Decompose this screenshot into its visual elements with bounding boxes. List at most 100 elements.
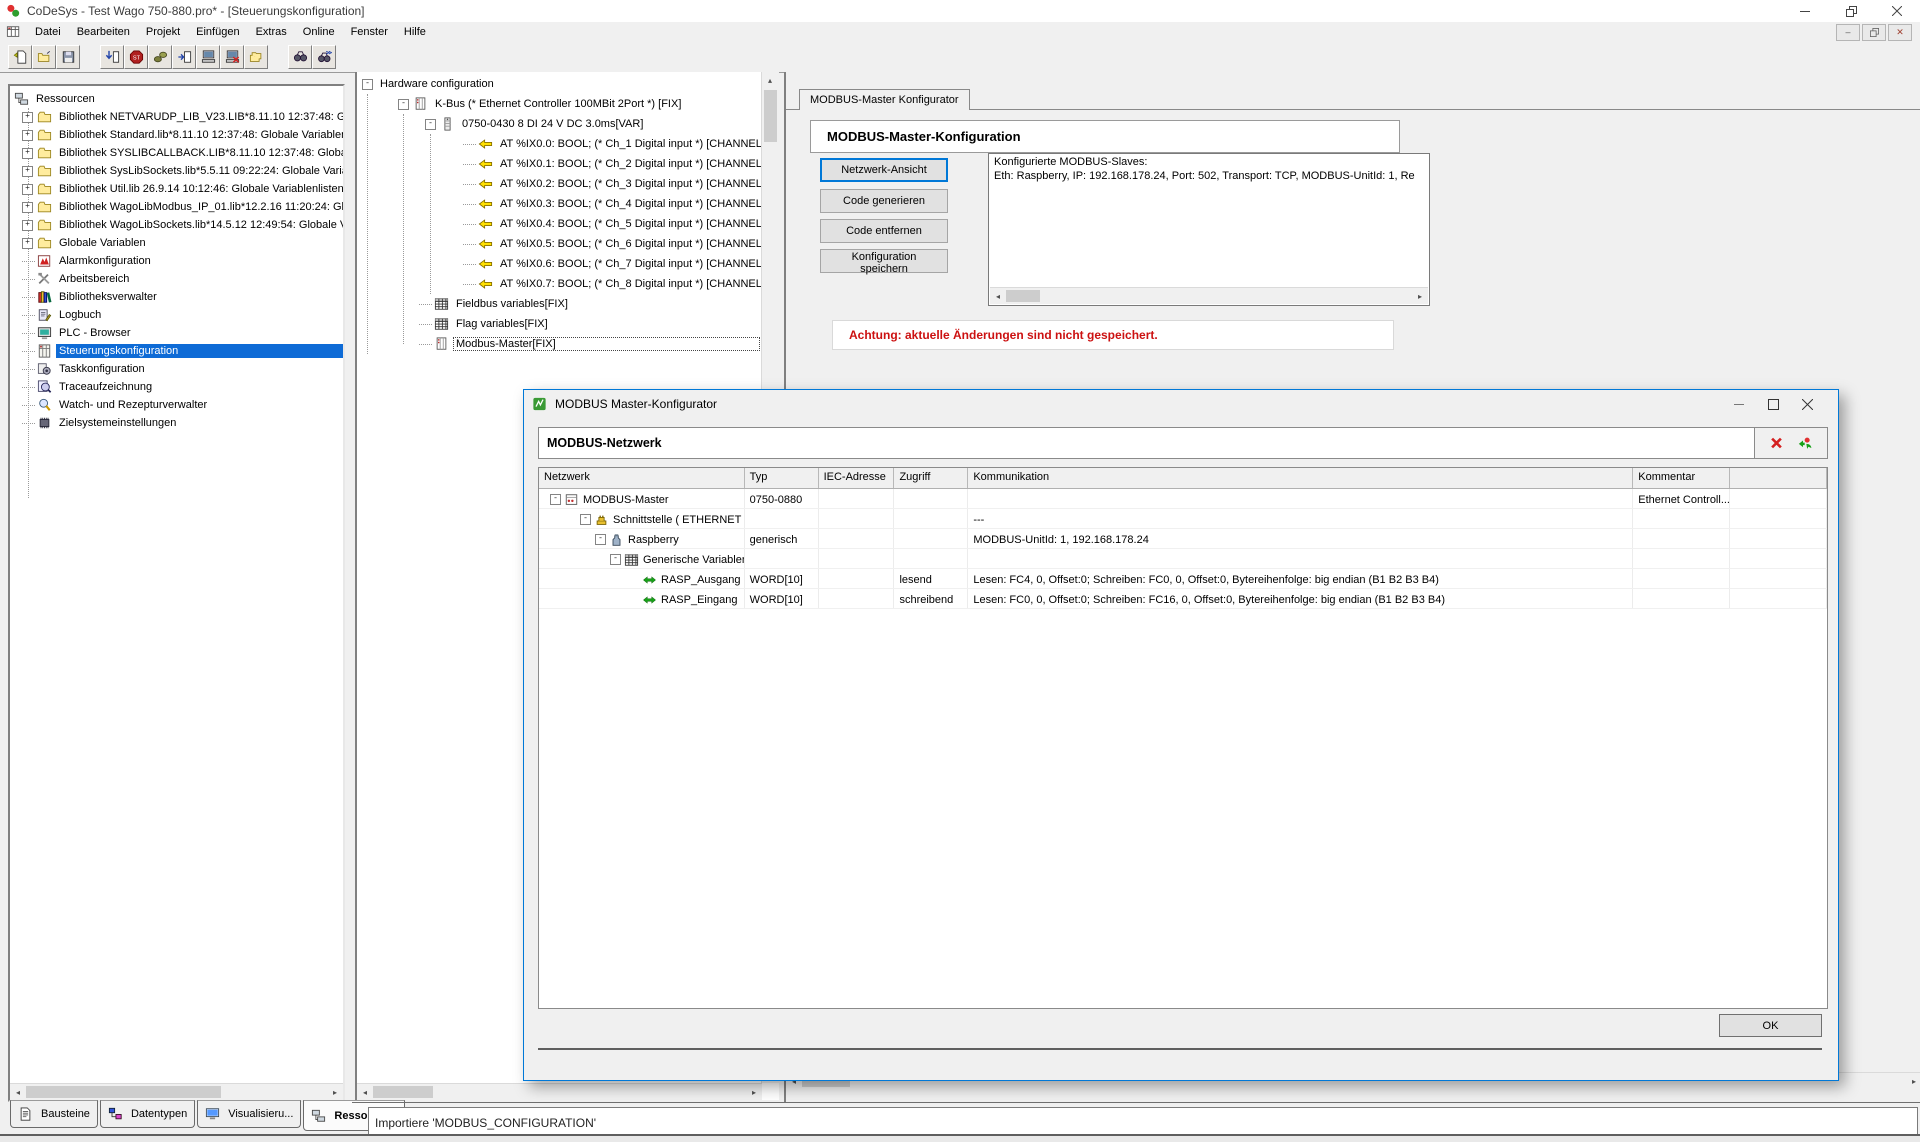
resources-hscrollbar[interactable]: ◂ ▸ [10,1083,343,1100]
hw-item[interactable]: Flag variables[FIX] [357,314,760,334]
expand-icon[interactable]: - [398,99,409,110]
table-row[interactable]: - Generische Variablen [539,549,1827,569]
resource-item-bibliothek-wagolibsockets-lib-14-5-12[interactable]: +Bibliothek WagoLibSockets.lib*14.5.12 1… [10,216,343,234]
expand-icon[interactable]: + [22,220,33,231]
expand-icon[interactable]: - [610,554,621,565]
resource-item-steuerungskonfiguration[interactable]: Steuerungskonfiguration [10,342,343,360]
resource-item-taskkonfiguration[interactable]: Taskkonfiguration [10,360,343,378]
slaves-hscrollbar[interactable]: ◂ ▸ [990,287,1428,304]
expand-icon[interactable]: + [22,112,33,123]
hw-item[interactable]: -K-Bus (* Ethernet Controller 100MBit 2P… [357,94,760,114]
expand-icon[interactable]: - [425,119,436,130]
logout-button[interactable] [220,45,244,69]
menu-datei[interactable]: Datei [27,24,69,40]
mdi-close-button[interactable]: ✕ [1888,24,1912,41]
dialog-title-bar[interactable]: MODBUS Master-Konfigurator [524,390,1838,418]
konfiguration-speichern-button[interactable]: Konfiguration speichern [820,249,948,273]
resource-item-bibliothek-netvarudp-lib-v23-lib-8-11-10[interactable]: +Bibliothek NETVARUDP_LIB_V23.LIB*8.11.1… [10,108,343,126]
table-row[interactable]: RASP_Eingang WORD[10]schreibendLesen: FC… [539,589,1827,609]
hw-item[interactable]: AT %IX0.2: BOOL; (* Ch_3 Digital input *… [357,174,760,194]
resource-item-ressourcen[interactable]: Ressourcen [10,90,343,108]
add-slave-icon[interactable] [1798,436,1813,450]
resource-item-bibliothek-standard-lib-8-11-10[interactable]: +Bibliothek Standard.lib*8.11.10 12:37:4… [10,126,343,144]
expand-icon[interactable]: + [22,148,33,159]
resource-item-alarmkonfiguration[interactable]: Alarmkonfiguration [10,252,343,270]
close-button[interactable] [1874,0,1920,22]
dialog-maximize-button[interactable] [1756,392,1790,416]
menu-hilfe[interactable]: Hilfe [396,24,434,40]
mdi-child-icon[interactable] [6,25,21,39]
hw-item[interactable]: AT %IX0.5: BOOL; (* Ch_6 Digital input *… [357,234,760,254]
menu-projekt[interactable]: Projekt [138,24,188,40]
ok-button[interactable]: OK [1719,1014,1822,1037]
dialog-minimize-button[interactable] [1722,392,1756,416]
resource-item-bibliothek-syslibcallback-lib-8-11-10[interactable]: +Bibliothek SYSLIBCALLBACK.LIB*8.11.10 1… [10,144,343,162]
expand-icon[interactable]: + [22,184,33,195]
save-file-button[interactable] [56,45,80,69]
table-row[interactable]: - Raspberry generischMODBUS-UnitId: 1, 1… [539,529,1827,549]
minimize-button[interactable] [1782,0,1828,22]
resource-item-bibliothek-wagolibmodbus-ip-01-lib-12-2-16[interactable]: +Bibliothek WagoLibModbus_IP_01.lib*12.2… [10,198,343,216]
column-header-kommunikation[interactable]: Kommunikation [968,468,1633,488]
menu-einf-gen[interactable]: Einfügen [188,24,247,40]
login-button[interactable] [196,45,220,69]
resource-item-traceaufzeichnung[interactable]: Traceaufzeichnung [10,378,343,396]
hw-item[interactable]: AT %IX0.0: BOOL; (* Ch_1 Digital input *… [357,134,760,154]
code-generieren-button[interactable]: Code generieren [820,189,948,213]
resource-item-bibliothek-util-lib[interactable]: +Bibliothek Util.lib 26.9.14 10:12:46: G… [10,180,343,198]
configured-slaves-box[interactable]: Konfigurierte MODBUS-Slaves: Eth: Raspbe… [988,153,1430,306]
build-button[interactable] [172,45,196,69]
column-header-zugriff[interactable]: Zugriff [894,468,968,488]
column-header-typ[interactable]: Typ [745,468,819,488]
table-row[interactable]: - MODBUS-Master 0750-0880Ethernet Contro… [539,489,1827,509]
column-header-spare[interactable] [1730,468,1827,488]
restore-button[interactable] [1828,0,1874,22]
hw-item[interactable]: -Hardware configuration [357,74,760,94]
expand-icon[interactable]: + [22,238,33,249]
column-header-netzwerk[interactable]: Netzwerk [539,468,745,488]
expand-icon[interactable]: - [595,534,606,545]
mdi-minimize-button[interactable]: – [1836,24,1860,41]
resource-item-logbuch[interactable]: Logbuch [10,306,343,324]
expand-icon[interactable]: - [362,79,373,90]
hardware-hscrollbar[interactable]: ◂ ▸ [357,1083,762,1100]
menu-bearbeiten[interactable]: Bearbeiten [69,24,138,40]
organizer-tab-visualisieru[interactable]: Visualisieru... [197,1100,301,1128]
column-header-iec-adresse[interactable]: IEC-Adresse [819,468,895,488]
resource-item-bibliothek-syslibsockets-lib-5-5-11[interactable]: +Bibliothek SysLibSockets.lib*5.5.11 09:… [10,162,343,180]
menu-fenster[interactable]: Fenster [343,24,396,40]
netzwerk-ansicht-button[interactable]: Netzwerk-Ansicht [820,158,948,182]
hw-item[interactable]: Fieldbus variables[FIX] [357,294,760,314]
new-file-button[interactable] [8,45,32,69]
code-entfernen-button[interactable]: Code entfernen [820,219,948,243]
find-button[interactable] [288,45,312,69]
menu-online[interactable]: Online [295,24,343,40]
hw-item[interactable]: AT %IX0.3: BOOL; (* Ch_4 Digital input *… [357,194,760,214]
expand-icon[interactable]: + [22,130,33,141]
hw-item[interactable]: Modbus-Master[FIX] [357,334,760,354]
library-manager-button[interactable] [244,45,268,69]
resource-item-bibliotheksverwalter[interactable]: Bibliotheksverwalter [10,288,343,306]
resource-item-watch-und[interactable]: Watch- und Rezepturverwalter [10,396,343,414]
expand-icon[interactable]: - [550,494,561,505]
stop-button[interactable]: ST [124,45,148,69]
run-button[interactable] [148,45,172,69]
expand-icon[interactable]: + [22,166,33,177]
hw-item[interactable]: AT %IX0.6: BOOL; (* Ch_7 Digital input *… [357,254,760,274]
resource-item-zielsystemeinstellungen[interactable]: Zielsystemeinstellungen [10,414,343,432]
hw-item[interactable]: AT %IX0.4: BOOL; (* Ch_5 Digital input *… [357,214,760,234]
hw-item[interactable]: -0750-0430 8 DI 24 V DC 3.0ms[VAR] [357,114,760,134]
expand-icon[interactable]: + [22,202,33,213]
delete-icon[interactable] [1769,436,1784,450]
hw-item[interactable]: AT %IX0.1: BOOL; (* Ch_2 Digital input *… [357,154,760,174]
table-row[interactable]: RASP_Ausgang WORD[10]lesendLesen: FC4, 0… [539,569,1827,589]
expand-icon[interactable]: - [580,514,591,525]
resource-item-arbeitsbereich[interactable]: Arbeitsbereich [10,270,343,288]
menu-extras[interactable]: Extras [248,24,295,40]
table-row[interactable]: - Schnittstelle ( ETHERNET ) --- [539,509,1827,529]
open-file-button[interactable] [32,45,56,69]
resource-item-plc[interactable]: PLC - Browser [10,324,343,342]
organizer-tab-datentypen[interactable]: Datentypen [100,1100,195,1128]
tab-modbus-master-konfigurator[interactable]: MODBUS-Master Konfigurator [799,89,970,110]
dialog-close-button[interactable] [1790,392,1824,416]
